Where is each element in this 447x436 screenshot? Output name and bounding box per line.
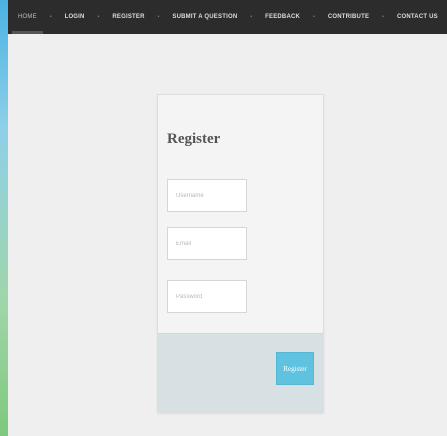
nav-separator: • (382, 14, 384, 20)
nav-item-submit-a-question[interactable]: SUBMIT A QUESTION (172, 0, 237, 34)
register-title: Register (167, 131, 221, 147)
nav-separator: • (250, 14, 253, 20)
email-input[interactable] (167, 227, 247, 260)
left-gradient-strip (0, 0, 8, 436)
register-card-footer: Register (158, 333, 323, 412)
page: HOME • LOGIN • REGISTER • SUBMIT A QUEST… (8, 0, 447, 436)
nav-item-home[interactable]: HOME (12, 0, 43, 34)
nav-separator: • (313, 14, 315, 20)
register-card: Register Register (157, 94, 324, 413)
nav-separator: • (157, 14, 160, 20)
register-button[interactable]: Register (276, 352, 314, 385)
top-navbar: HOME • LOGIN • REGISTER • SUBMIT A QUEST… (8, 0, 447, 34)
username-input[interactable] (167, 179, 247, 212)
nav-separator: • (49, 14, 52, 20)
nav-separator: • (97, 14, 100, 20)
password-input[interactable] (167, 280, 247, 313)
nav-item-feedback[interactable]: FEEDBACK (265, 0, 300, 34)
nav-item-contact-us[interactable]: CONTACT US (397, 0, 438, 34)
nav-item-register[interactable]: REGISTER (112, 0, 144, 34)
nav-item-contribute[interactable]: CONTRIBUTE (328, 0, 369, 34)
nav-item-login[interactable]: LOGIN (65, 0, 85, 34)
